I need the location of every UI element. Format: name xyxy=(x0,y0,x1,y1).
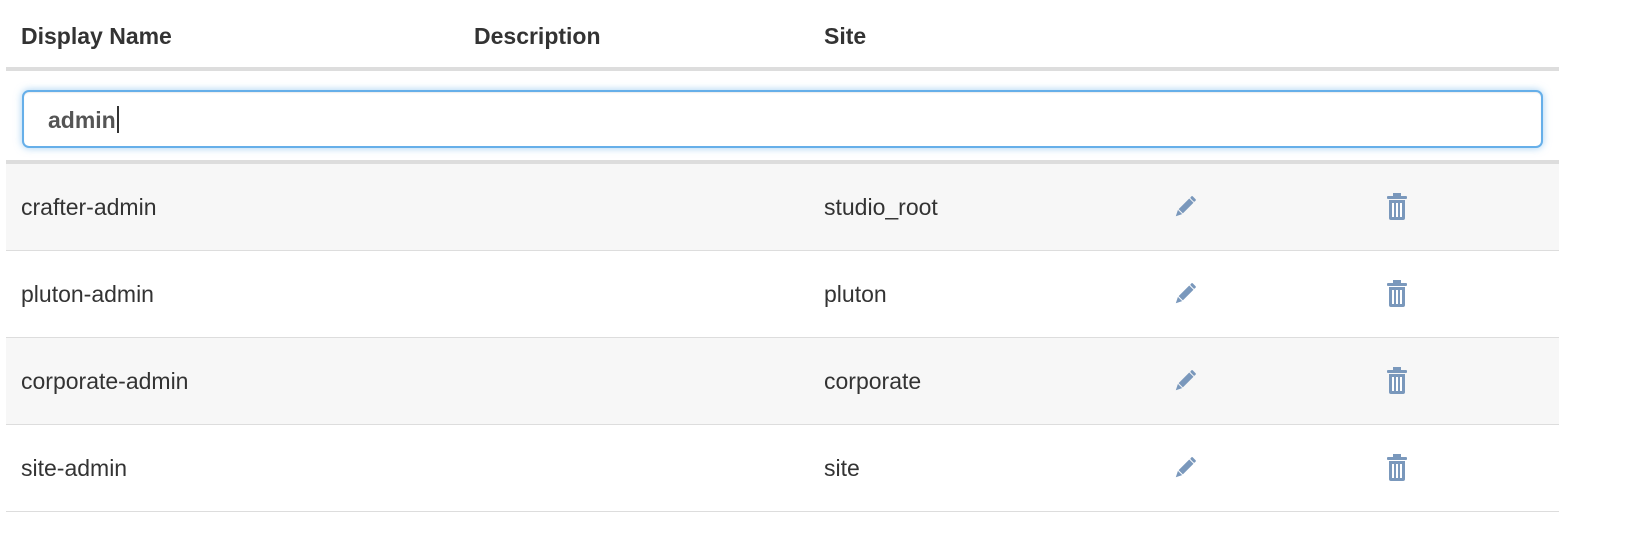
row-display-name: site-admin xyxy=(21,455,128,481)
pencil-icon xyxy=(1175,457,1196,478)
row-display-name: pluton-admin xyxy=(21,281,154,307)
pencil-icon xyxy=(1175,196,1196,217)
trash-icon xyxy=(1387,280,1407,307)
edit-button[interactable] xyxy=(1171,366,1199,396)
text-caret xyxy=(116,106,119,133)
trash-icon xyxy=(1387,193,1407,220)
delete-button[interactable] xyxy=(1383,366,1411,396)
edit-button[interactable] xyxy=(1171,453,1199,483)
header-site[interactable]: Site xyxy=(824,21,866,51)
table-row: crafter-admin studio_root xyxy=(6,164,1559,251)
row-display-name: corporate-admin xyxy=(21,368,189,394)
filter-row: admin xyxy=(6,71,1559,164)
table-row: corporate-admin corporate xyxy=(6,338,1559,425)
trash-icon xyxy=(1387,367,1407,394)
table-row: pluton-admin pluton xyxy=(6,251,1559,338)
delete-button[interactable] xyxy=(1383,192,1411,222)
search-input[interactable]: admin xyxy=(22,90,1543,148)
search-input-value: admin xyxy=(48,107,116,133)
row-site: studio_root xyxy=(824,194,938,220)
trash-icon xyxy=(1387,454,1407,481)
row-site: corporate xyxy=(824,368,922,394)
pencil-icon xyxy=(1175,283,1196,304)
edit-button[interactable] xyxy=(1171,279,1199,309)
row-site: site xyxy=(824,455,860,481)
delete-button[interactable] xyxy=(1383,453,1411,483)
groups-table: Display Name Description Site admin craf… xyxy=(6,0,1559,512)
header-description[interactable]: Description xyxy=(474,21,601,51)
header-display-name[interactable]: Display Name xyxy=(21,21,172,51)
table-row: site-admin site xyxy=(6,425,1559,512)
pencil-icon xyxy=(1175,370,1196,391)
delete-button[interactable] xyxy=(1383,279,1411,309)
edit-button[interactable] xyxy=(1171,192,1199,222)
row-site: pluton xyxy=(824,281,887,307)
table-header: Display Name Description Site xyxy=(6,0,1559,71)
row-display-name: crafter-admin xyxy=(21,194,157,220)
